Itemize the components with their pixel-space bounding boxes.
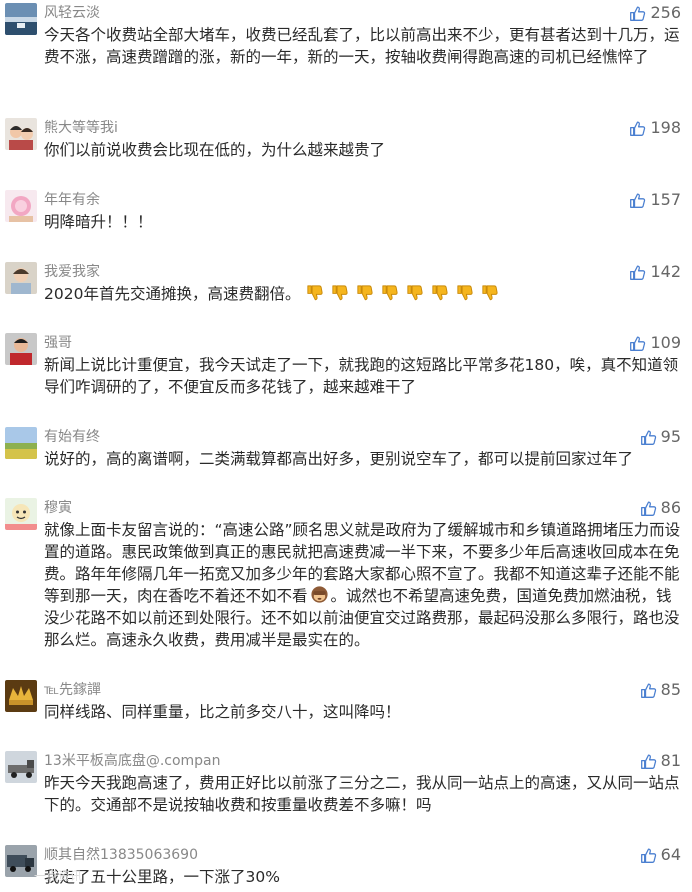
avatar[interactable] xyxy=(5,427,37,459)
comment-text-body: 2020年首先交通摊换，高速费翻倍。 xyxy=(44,285,301,303)
avatar[interactable] xyxy=(5,262,37,294)
like-button[interactable]: 142 xyxy=(629,262,681,282)
avatar[interactable] xyxy=(5,3,37,35)
like-button[interactable]: 95 xyxy=(640,427,681,447)
thumbs-down-emoji-icon xyxy=(305,283,324,302)
thumbs-up-icon xyxy=(629,5,646,22)
thumbs-down-emoji-icon xyxy=(355,283,374,302)
see-no-evil-monkey-icon xyxy=(310,585,329,604)
thumbs-down-emoji-icon xyxy=(380,283,399,302)
thumbs-up-icon xyxy=(640,753,657,770)
thumbs-down-emoji-icon xyxy=(455,283,474,302)
comment-username[interactable]: 熊大等等我i xyxy=(44,118,118,138)
comment-username[interactable]: 我爱我家 xyxy=(44,262,100,282)
like-count: 86 xyxy=(660,498,681,517)
like-button[interactable]: 109 xyxy=(629,333,681,353)
like-button[interactable]: 198 xyxy=(629,118,681,138)
thumbs-up-icon xyxy=(640,847,657,864)
comment-text: 同样线路、同样重量，比之前多交八十，这叫降吗！ xyxy=(44,703,401,721)
comment-text: 说好的，高的离谱啊，二类满载算都高出好多，更别说空车了，都可以提前回家过年了 xyxy=(44,450,634,468)
comment-text: 你们以前说收费会比现在低的，为什么越来越贵了 xyxy=(44,141,386,159)
like-button[interactable]: 256 xyxy=(629,3,681,23)
comment-text: 2020年首先交通摊换，高速费翻倍。 xyxy=(44,283,684,305)
comment-username[interactable]: 有始有终 xyxy=(44,427,100,447)
comment-text: 昨天今天我跑高速了，费用正好比以前涨了三分之二，我从同一站点上的高速，又从同一站… xyxy=(44,774,680,814)
watermark: 一点资讯 xyxy=(34,869,83,883)
like-button[interactable]: 85 xyxy=(640,680,681,700)
like-button[interactable]: 64 xyxy=(640,845,681,865)
thumbs-up-icon xyxy=(640,429,657,446)
comment-list: 风轻云淡 256 今天各个收费站全部大堵车，收费已经乱套了，比以前高出来不少，更… xyxy=(0,0,692,892)
avatar[interactable] xyxy=(5,845,37,877)
like-button[interactable]: 86 xyxy=(640,498,681,518)
thumbs-down-emoji-icon xyxy=(330,283,349,302)
comment-username[interactable]: 穆寅 xyxy=(44,498,72,518)
thumbs-up-icon xyxy=(629,335,646,352)
comment-text: 就像上面卡友留言说的：“高速公路”顾名思义就是政府为了缓解城市和乡镇道路拥堵压力… xyxy=(44,519,684,651)
avatar[interactable] xyxy=(5,498,37,530)
comment-text: 明降暗升！！！ xyxy=(44,213,153,231)
comment-username[interactable]: 风轻云淡 xyxy=(44,3,100,23)
thumbs-up-icon xyxy=(629,192,646,209)
like-count: 81 xyxy=(660,751,681,770)
like-count: 109 xyxy=(650,333,681,352)
comment-text: 新闻上说比计重便宜，我今天试走了一下，就我跑的这短路比平常多花180，唉，真不知… xyxy=(44,356,679,396)
avatar[interactable] xyxy=(5,680,37,712)
thumbs-up-icon xyxy=(640,500,657,517)
comment-username[interactable]: 强哥 xyxy=(44,333,72,353)
avatar[interactable] xyxy=(5,118,37,150)
comment-text: 我走了五十公里路，一下涨了30% xyxy=(44,868,280,886)
thumbs-up-icon xyxy=(629,264,646,281)
like-button[interactable]: 81 xyxy=(640,751,681,771)
thumbs-up-icon xyxy=(629,120,646,137)
comment-username[interactable]: 年年有余 xyxy=(44,190,100,210)
comment-text: 今天各个收费站全部大堵车，收费已经乱套了，比以前高出来不少，更有甚者达到十几万，… xyxy=(44,26,680,66)
like-count: 157 xyxy=(650,190,681,209)
comment-username[interactable]: 顺其自然13835063690 xyxy=(44,845,198,865)
like-count: 85 xyxy=(660,680,681,699)
thumbs-down-emoji-icon xyxy=(405,283,424,302)
thumbs-up-icon xyxy=(640,682,657,699)
like-count: 142 xyxy=(650,262,681,281)
like-count: 64 xyxy=(660,845,681,864)
avatar[interactable] xyxy=(5,190,37,222)
thumbs-down-emoji-icon xyxy=(430,283,449,302)
like-button[interactable]: 157 xyxy=(629,190,681,210)
avatar[interactable] xyxy=(5,333,37,365)
like-count: 198 xyxy=(650,118,681,137)
emoji-row xyxy=(305,285,505,303)
like-count: 95 xyxy=(660,427,681,446)
like-count: 256 xyxy=(650,3,681,22)
avatar[interactable] xyxy=(5,751,37,783)
thumbs-down-emoji-icon xyxy=(480,283,499,302)
comment-username[interactable]: 13米平板高底盘@.compan xyxy=(44,751,221,771)
comment-username[interactable]: ℡先鎵譂 xyxy=(44,680,101,700)
